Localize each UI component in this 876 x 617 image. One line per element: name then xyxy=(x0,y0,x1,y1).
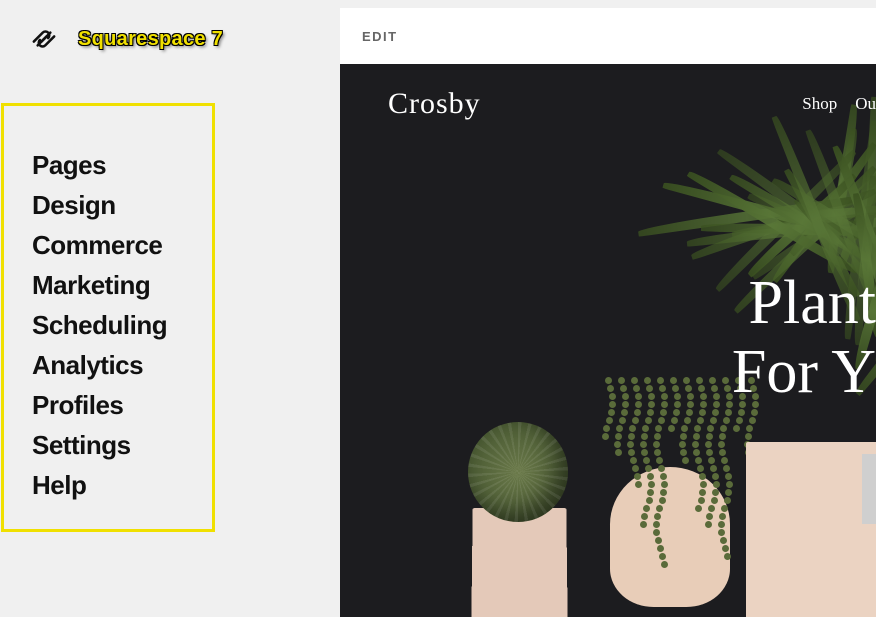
edit-button[interactable]: EDIT xyxy=(362,29,398,44)
hero-line-2: For Y xyxy=(732,338,876,407)
cactus-decoration xyxy=(468,422,568,522)
squarespace-logo-icon xyxy=(30,25,58,53)
nav-item-analytics[interactable]: Analytics xyxy=(32,352,212,378)
site-nav-link-shop[interactable]: Shop xyxy=(802,94,837,114)
site-header: Crosby Shop Ou xyxy=(340,64,876,144)
planter-box-1 xyxy=(471,508,568,617)
edit-toolbar: EDIT xyxy=(340,8,876,64)
site-preview-panel: EDIT Crosby Shop Ou Plant For Y xyxy=(340,8,876,617)
hero-line-1: Plant xyxy=(732,269,876,338)
scroll-indicator[interactable] xyxy=(862,454,876,524)
nav-item-help[interactable]: Help xyxy=(32,472,212,498)
main-nav-highlight-box: Pages Design Commerce Marketing Scheduli… xyxy=(1,103,215,532)
nav-item-scheduling[interactable]: Scheduling xyxy=(32,312,212,338)
nav-item-commerce[interactable]: Commerce xyxy=(32,232,212,258)
nav-item-design[interactable]: Design xyxy=(32,192,212,218)
nav-item-profiles[interactable]: Profiles xyxy=(32,392,212,418)
brand-row: Squarespace 7 xyxy=(30,25,223,53)
hero-heading: Plant For Y xyxy=(732,269,876,408)
site-title[interactable]: Crosby xyxy=(388,87,481,121)
nav-item-marketing[interactable]: Marketing xyxy=(32,272,212,298)
nav-item-pages[interactable]: Pages xyxy=(32,152,212,178)
site-canvas[interactable]: Crosby Shop Ou Plant For Y xyxy=(340,64,876,617)
planter-box-3 xyxy=(746,442,876,617)
site-nav-link-partial[interactable]: Ou xyxy=(855,94,876,114)
sidebar: Squarespace 7 Pages Design Commerce Mark… xyxy=(0,0,340,617)
brand-name: Squarespace 7 xyxy=(78,28,223,51)
site-nav: Shop Ou xyxy=(802,94,876,114)
nav-item-settings[interactable]: Settings xyxy=(32,432,212,458)
